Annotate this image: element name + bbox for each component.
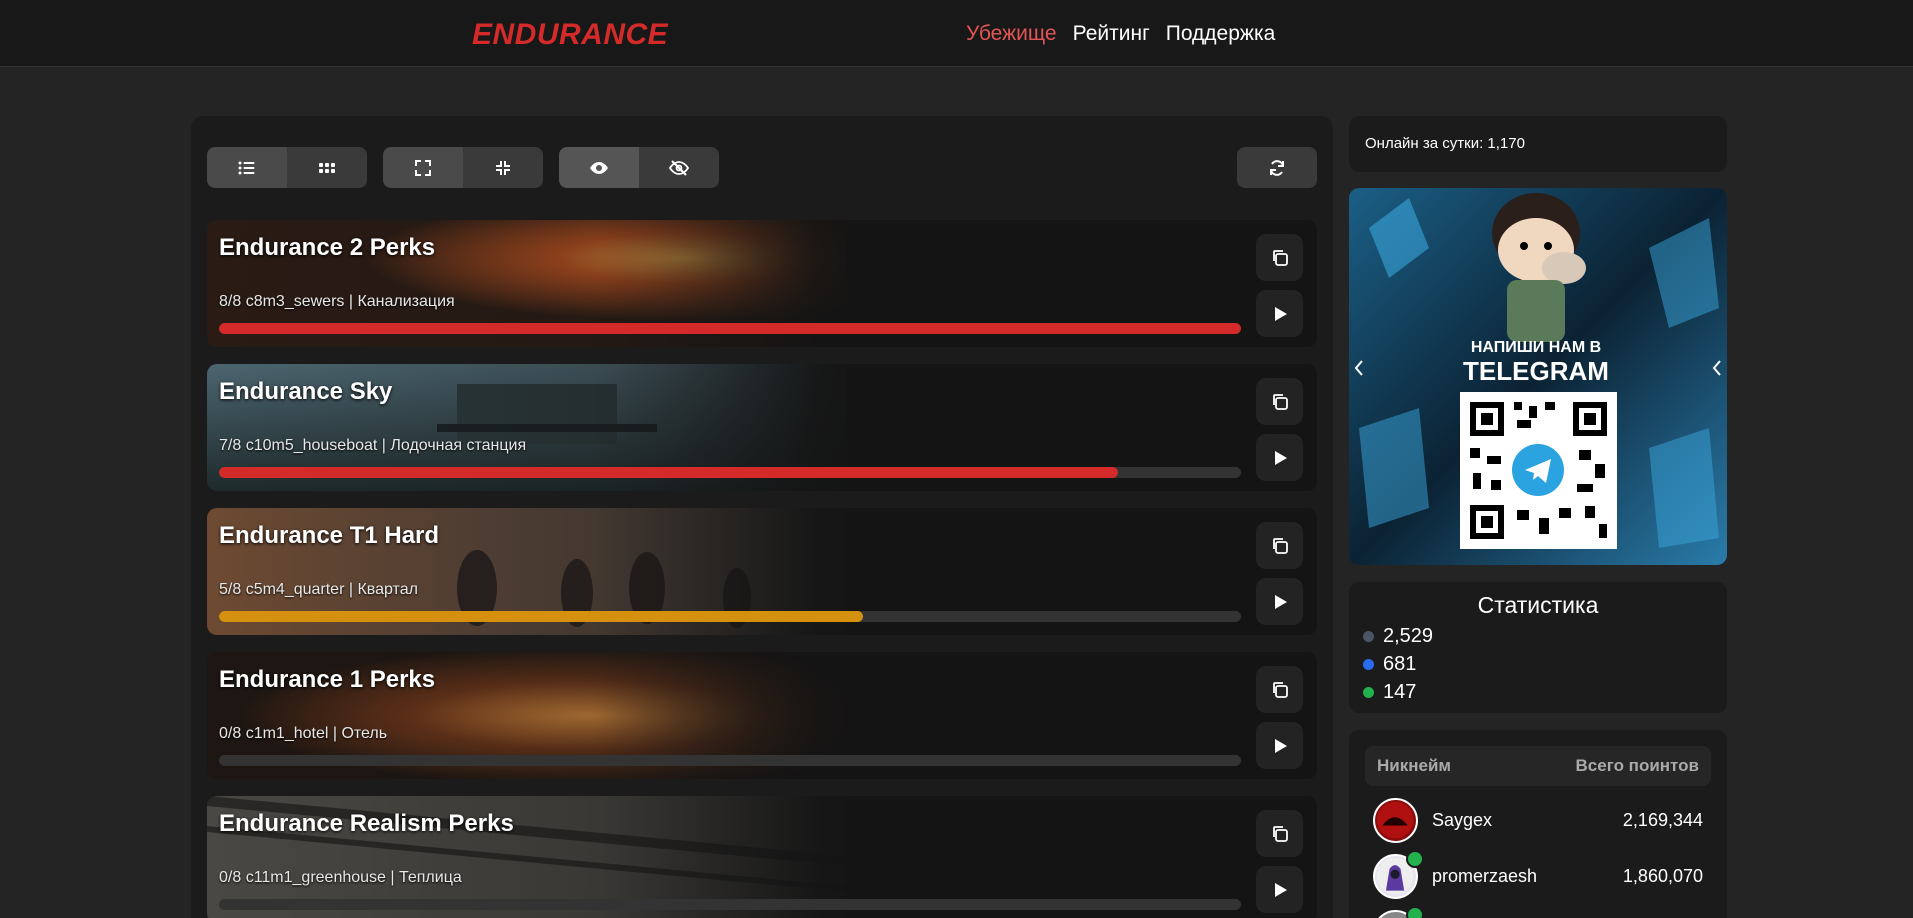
player-progress-bar	[219, 323, 1241, 334]
banner-line1: НАПИШИ НАМ В	[1471, 339, 1601, 356]
progress-fill	[219, 323, 1241, 334]
progress-fill	[219, 611, 863, 622]
server-map: 0/8 c11m1_greenhouse | Теплица	[219, 869, 462, 886]
grid-view-button[interactable]	[287, 147, 367, 188]
grid-view-icon	[319, 162, 335, 173]
play-icon	[1274, 450, 1287, 465]
copy-icon	[1272, 825, 1288, 842]
play-icon	[1274, 306, 1287, 321]
site-logo[interactable]: ENDURANCE	[472, 18, 668, 52]
daily-online-card: Онлайн за сутки: 1,170	[1349, 116, 1727, 172]
player-name: Saygex	[1432, 810, 1493, 830]
server-map: 0/8 c1m1_hotel | Отель	[219, 725, 388, 742]
copy-button[interactable]	[1256, 378, 1303, 425]
column-nickname[interactable]: Никнейм	[1377, 756, 1451, 776]
player-name: promerzaesh	[1432, 866, 1538, 886]
copy-icon	[1272, 537, 1288, 554]
list-view-icon	[238, 161, 255, 174]
size-mode-group	[383, 147, 543, 188]
stat-row: 147	[1363, 681, 1416, 704]
server-card[interactable]: Endurance 2 Perks 8/8 c8m3_sewers | Кана…	[207, 220, 1317, 347]
server-card[interactable]: Endurance 1 Perks 0/8 c1m1_hotel | Отель	[207, 652, 1317, 779]
play-button[interactable]	[1256, 290, 1303, 337]
server-map: 7/8 c10m5_houseboat | Лодочная станция	[219, 437, 527, 454]
stat-dot	[1363, 687, 1374, 698]
play-icon	[1274, 594, 1287, 609]
toolbar	[207, 147, 1317, 188]
server-map: 8/8 c8m3_sewers | Канализация	[219, 293, 455, 310]
play-icon	[1274, 738, 1287, 753]
main-nav: Убежище Рейтинг Поддержка	[966, 22, 1275, 46]
eye-off-icon	[669, 159, 689, 176]
view-mode-group	[207, 147, 367, 188]
copy-icon	[1272, 249, 1288, 266]
collapse-icon	[496, 160, 510, 175]
copy-icon	[1272, 681, 1288, 698]
server-card[interactable]: Endurance Sky 7/8 c10m5_houseboat | Лодо…	[207, 364, 1317, 491]
server-name: Endurance 1 Perks	[219, 666, 436, 693]
play-button[interactable]	[1256, 434, 1303, 481]
player-progress-bar	[219, 467, 1241, 478]
list-view-button[interactable]	[207, 147, 287, 188]
server-panel: Endurance 2 Perks 8/8 c8m3_sewers | Кана…	[191, 116, 1333, 918]
avatar	[1373, 798, 1418, 843]
expand-icon	[415, 159, 431, 176]
player-points: 1,860,070	[1622, 866, 1703, 886]
progress-fill	[219, 467, 1119, 478]
collapse-button[interactable]	[463, 147, 543, 188]
server-card[interactable]: Endurance T1 Hard 5/8 c5m4_quarter | Ква…	[207, 508, 1317, 635]
telegram-banner[interactable]: НАПИШИ НАМ В TELEGRAM	[1349, 188, 1727, 565]
telegram-banner-art: НАПИШИ НАМ В TELEGRAM	[1349, 188, 1727, 565]
nav-shelter[interactable]: Убежище	[966, 22, 1057, 46]
stat-value: 2,529	[1383, 625, 1434, 647]
stat-value: 147	[1383, 681, 1417, 703]
play-icon	[1274, 882, 1287, 897]
copy-button[interactable]	[1256, 234, 1303, 281]
copy-button[interactable]	[1256, 810, 1303, 857]
server-map: 5/8 c5m4_quarter | Квартал	[219, 581, 418, 598]
copy-button[interactable]	[1256, 666, 1303, 713]
play-button[interactable]	[1256, 722, 1303, 769]
nav-rating[interactable]: Рейтинг	[1073, 22, 1150, 46]
player-points: 2,169,344	[1622, 810, 1703, 830]
visibility-group	[559, 147, 719, 188]
server-name: Endurance Sky	[219, 378, 393, 405]
column-points[interactable]: Всего поинтов	[1576, 756, 1699, 776]
copy-icon	[1272, 393, 1288, 410]
banner-line2: TELEGRAM	[1463, 356, 1609, 386]
rating-row[interactable]: Saygex 2,169,344	[1373, 798, 1703, 846]
online-status-dot	[1406, 850, 1424, 868]
rating-card: Никнейм Всего поинтов Saygex 2,169,344 p…	[1349, 730, 1727, 918]
eye-icon	[590, 161, 608, 174]
daily-online-text: Онлайн за сутки: 1,170	[1365, 135, 1525, 152]
rating-table-header: Никнейм Всего поинтов	[1365, 746, 1711, 786]
expand-button[interactable]	[383, 147, 463, 188]
play-button[interactable]	[1256, 578, 1303, 625]
player-progress-bar	[219, 755, 1241, 766]
show-button[interactable]	[559, 147, 639, 188]
stat-value: 681	[1383, 653, 1417, 675]
stat-row: 2,529	[1363, 625, 1433, 648]
hide-button[interactable]	[639, 147, 719, 188]
player-progress-bar	[219, 611, 1241, 622]
server-name: Endurance Realism Perks	[219, 810, 514, 837]
stat-dot	[1363, 631, 1374, 642]
stat-dot	[1363, 659, 1374, 670]
rating-row[interactable]: promerzaesh 1,860,070	[1373, 850, 1703, 902]
stat-row: 681	[1363, 653, 1416, 676]
copy-button[interactable]	[1256, 522, 1303, 569]
player-progress-bar	[219, 899, 1241, 910]
refresh-button[interactable]	[1237, 147, 1317, 188]
play-button[interactable]	[1256, 866, 1303, 913]
nav-support[interactable]: Поддержка	[1166, 22, 1276, 46]
server-card[interactable]: Endurance Realism Perks 0/8 c11m1_greenh…	[207, 796, 1317, 918]
online-status-dot	[1406, 906, 1424, 918]
rating-row[interactable]	[1373, 906, 1703, 918]
statistics-title: Статистика	[1477, 592, 1599, 618]
server-name: Endurance 2 Perks	[219, 234, 436, 261]
top-header: ENDURANCE Убежище Рейтинг Поддержка	[0, 0, 1913, 67]
refresh-icon	[1270, 159, 1284, 176]
statistics-card: Статистика 2,529 681 147	[1349, 582, 1727, 713]
server-name: Endurance T1 Hard	[219, 522, 440, 549]
